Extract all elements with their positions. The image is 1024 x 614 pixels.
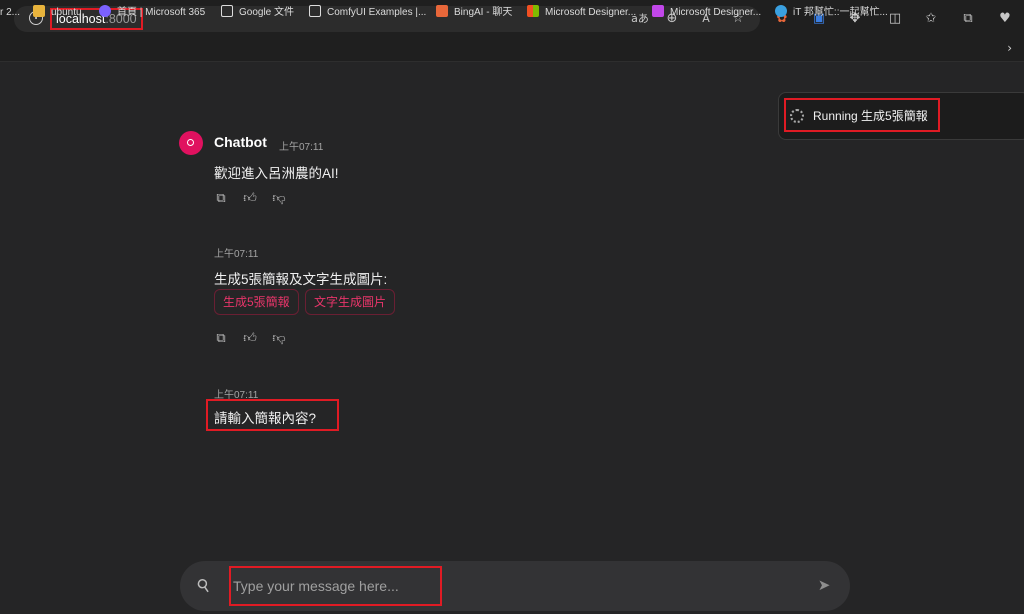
bookmark-label: 首頁 | Microsoft 365 — [117, 7, 206, 18]
bookmark-label: Microsoft Designer... — [670, 7, 762, 18]
thumbs-up-icon[interactable]: 👍︎ — [242, 191, 258, 207]
ithome-icon — [775, 5, 787, 17]
action-chip-slides[interactable]: 生成5張簡報 — [214, 289, 299, 315]
message-input[interactable] — [233, 572, 803, 600]
send-icon[interactable]: ➤ — [814, 575, 834, 595]
bookmark-label: Microsoft Designer... — [545, 7, 637, 18]
bookmark-item[interactable]: iT 邦幫忙::一起幫忙... — [775, 5, 888, 21]
bookmark-item[interactable]: 首頁 | Microsoft 365 — [99, 5, 205, 21]
bookmark-label: iT 邦幫忙::一起幫忙... — [793, 7, 888, 18]
message-text: 請輸入簡報內容? — [214, 411, 317, 426]
bookmark-label: ComfyUI Examples |... — [327, 7, 427, 18]
thumbs-down-icon[interactable]: 👎︎ — [271, 191, 287, 207]
message-time: 上午07:11 — [214, 249, 259, 260]
bookmarks-bar — [0, 36, 1024, 62]
action-chip-image[interactable]: 文字生成圖片 — [305, 289, 396, 315]
page-icon — [221, 5, 233, 17]
page-icon — [309, 5, 321, 17]
copy-icon[interactable]: ⧉ — [213, 331, 229, 347]
thumbs-up-icon[interactable]: 👍︎ — [242, 331, 258, 347]
bookmark-item[interactable]: ComfyUI Examples |... — [309, 5, 426, 21]
spinner-icon — [790, 109, 804, 123]
thumbs-down-icon[interactable]: 👎︎ — [271, 331, 287, 347]
toast-text: Running 生成5張簡報 — [813, 109, 928, 123]
avatar — [179, 131, 203, 155]
bookmark-label: Google 文件 — [239, 7, 295, 18]
bookmark-label: BingAI - 聊天 — [454, 7, 513, 18]
designer-icon — [652, 5, 664, 17]
bookmark-item[interactable]: BingAI - 聊天 — [436, 5, 512, 21]
sender-name: Chatbot — [214, 134, 267, 150]
copy-icon[interactable]: ⧉ — [213, 191, 229, 207]
bing-icon — [436, 5, 448, 17]
collections-icon[interactable]: ⧉ — [959, 10, 977, 28]
bookmark-label: ubuntu — [51, 7, 82, 18]
chevron-right-icon[interactable]: › — [1007, 41, 1012, 55]
favorites-icon[interactable]: ✩ — [922, 10, 940, 28]
health-icon[interactable]: ♥ — [996, 10, 1014, 28]
bookmark-item[interactable]: Microsoft Designer... — [527, 5, 636, 21]
message-text: 生成5張簡報及文字生成圖片: — [214, 272, 388, 287]
message-text: 歡迎進入呂洲農的AI! — [214, 166, 339, 181]
microsoft-icon — [527, 5, 539, 17]
bookmark-item[interactable]: Google 文件 — [221, 5, 294, 21]
split-screen-icon[interactable]: ◫ — [886, 10, 904, 28]
bookmark-label: r 2... — [0, 7, 21, 18]
m365-icon — [99, 5, 111, 17]
folder-icon — [33, 5, 45, 17]
bookmark-item[interactable]: ubuntu — [33, 5, 82, 21]
bookmark-item[interactable]: r 2... — [0, 5, 20, 21]
bookmark-item[interactable]: Microsoft Designer... — [652, 5, 761, 21]
message-time: 上午07:11 — [279, 142, 324, 153]
